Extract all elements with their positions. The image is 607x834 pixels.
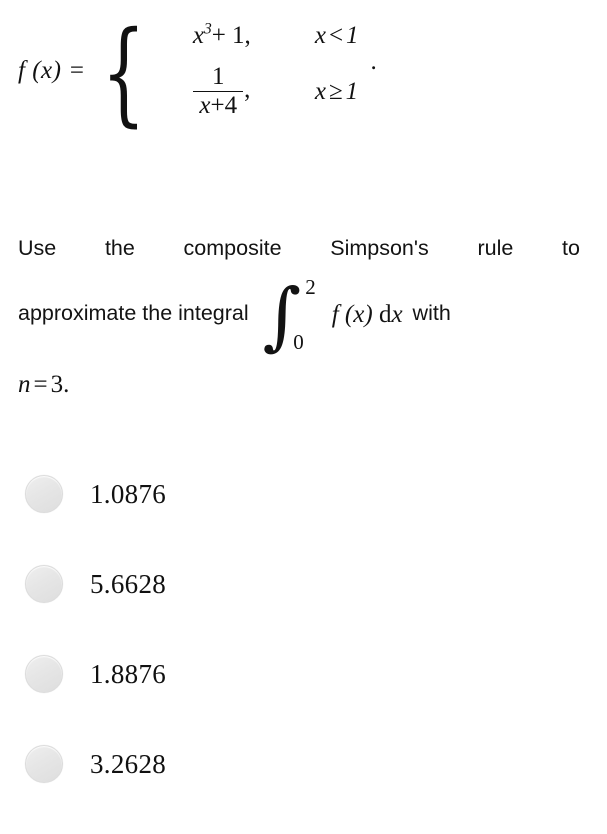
piecewise-function-definition: f (x) = { x3+ 1, x <1 1 x+4 , x ≥1 .	[18, 7, 377, 138]
function-case-2: 1 x+4 , x ≥1	[163, 63, 359, 120]
n-value: 3	[50, 370, 64, 398]
question-prompt: Use the composite Simpson's rule to appr…	[18, 236, 580, 397]
answer-option-b-label: 5.6628	[90, 568, 167, 599]
case-2-comma: ,	[244, 76, 251, 104]
radio-button-c[interactable]	[25, 655, 63, 693]
function-lhs: f (x) =	[18, 56, 86, 84]
fraction: 1 x+4	[193, 63, 244, 120]
answer-option-d[interactable]: 3.2628	[25, 744, 355, 784]
case-1-exponent: 3	[203, 20, 212, 38]
answer-options-list: 1.0876 5.6628 1.8876 3.2628	[25, 474, 355, 834]
answer-option-a-label: 1.0876	[90, 478, 167, 509]
integral-lower-limit: 0	[293, 329, 304, 354]
answer-option-b[interactable]: 5.6628	[25, 564, 355, 604]
answer-option-c[interactable]: 1.8876	[25, 654, 355, 694]
radio-button-b[interactable]	[25, 565, 63, 603]
equals-sign: =	[33, 370, 48, 398]
n-variable: n	[18, 370, 31, 398]
prompt-line-2-suffix: with	[412, 300, 451, 325]
definition-trailing-period: .	[370, 48, 377, 75]
function-case-1: x3+ 1, x <1	[163, 20, 359, 50]
prompt-word: Use	[18, 236, 57, 260]
prompt-word: composite	[183, 236, 282, 260]
differential: dx	[378, 301, 403, 328]
prompt-line-1: Use the composite Simpson's rule to	[18, 236, 580, 260]
case-2-expression: 1 x+4 ,	[163, 63, 281, 120]
answer-option-a[interactable]: 1.0876	[25, 474, 355, 514]
case-1-expression: x3+ 1,	[192, 20, 251, 49]
integrand-expression: f (x) dx	[331, 301, 403, 328]
prompt-word: to	[562, 236, 580, 260]
prompt-word: the	[104, 236, 135, 260]
question-page: f (x) = { x3+ 1, x<1 1 x+4 , x≥1 . Use	[0, 0, 607, 799]
definite-integral: ∫ 2 0 f (x) dx	[263, 274, 403, 354]
radio-button-d[interactable]	[25, 745, 63, 783]
case-2-condition: x ≥1	[314, 77, 359, 105]
function-cases: x3+ 1, x <1 1 x+4 , x ≥1	[161, 20, 359, 120]
case-1-condition: x <1	[314, 22, 359, 49]
fraction-denominator: x+4	[193, 91, 244, 119]
prompt-line-2: approximate the integral ∫ 2 0 f (x) dx …	[18, 274, 580, 354]
radio-button-a[interactable]	[25, 475, 63, 513]
answer-option-d-label: 3.2628	[90, 748, 167, 779]
integral-upper-limit: 2	[305, 274, 316, 299]
case-1-tail: + 1,	[211, 22, 251, 49]
integral-limits: 2 0	[291, 274, 316, 354]
answer-option-c-label: 1.8876	[90, 658, 167, 689]
line3-period: .	[63, 370, 70, 398]
prompt-word: Simpson's	[330, 236, 429, 260]
prompt-line-3: n = 3.	[18, 372, 580, 397]
prompt-line-2-prefix: approximate the integral	[18, 300, 249, 325]
fraction-numerator: 1	[211, 63, 225, 90]
prompt-word: rule	[477, 236, 514, 260]
